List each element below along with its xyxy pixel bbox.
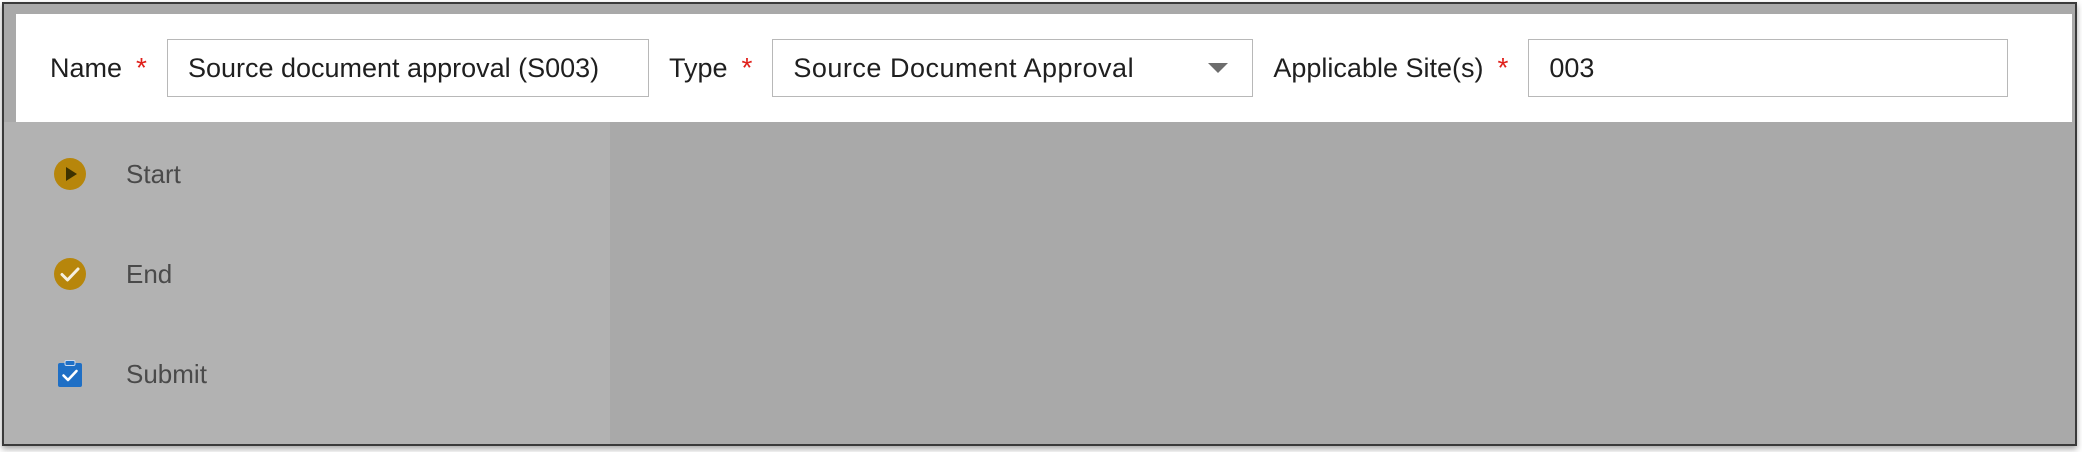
- caret-down-icon[interactable]: [1208, 63, 1229, 73]
- palette-item-label: End: [126, 258, 173, 289]
- type-label: Type: [668, 52, 728, 83]
- type-select[interactable]: Source Document Approval: [772, 39, 1254, 97]
- workflow-canvas[interactable]: [610, 122, 2075, 444]
- name-label: Name: [50, 52, 123, 83]
- palette-item-start[interactable]: Start: [50, 154, 181, 194]
- sites-required-marker: *: [1497, 52, 1509, 83]
- type-required-marker: *: [741, 52, 753, 83]
- applicable-sites-input[interactable]: 003: [1528, 39, 2009, 97]
- palette-item-end[interactable]: End: [50, 254, 172, 294]
- palette-item-label: Start: [126, 158, 181, 189]
- workflow-editor-window: Name * Source document approval (S003) T…: [2, 2, 2077, 446]
- name-required-marker: *: [136, 52, 147, 83]
- applicable-sites-label: Applicable Site(s): [1273, 52, 1484, 83]
- palette-item-label: Submit: [126, 358, 207, 389]
- name-input[interactable]: Source document approval (S003): [166, 39, 649, 97]
- node-palette: Start End Submit: [4, 122, 610, 444]
- play-circle-icon: [50, 154, 90, 194]
- clipboard-check-icon: [50, 354, 90, 394]
- type-select-value: Source Document Approval: [793, 52, 1135, 83]
- workflow-properties-bar: Name * Source document approval (S003) T…: [16, 14, 2072, 122]
- check-circle-icon: [50, 254, 90, 294]
- palette-item-submit[interactable]: Submit: [50, 354, 207, 394]
